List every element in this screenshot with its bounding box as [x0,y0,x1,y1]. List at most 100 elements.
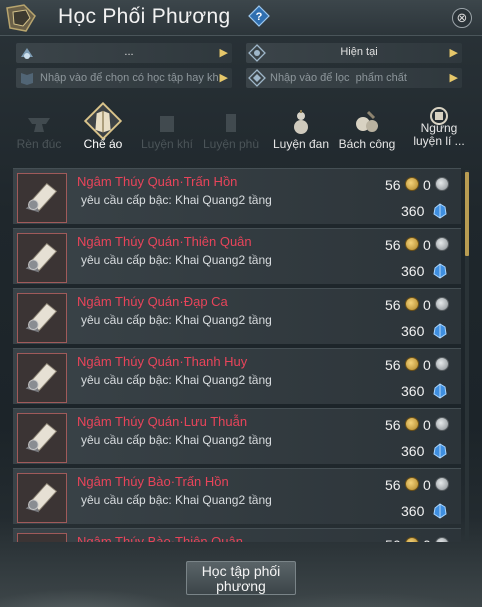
silver-coin-icon [435,477,449,491]
silver-coin-icon [435,177,449,191]
tab-label: Luyện khí [140,137,194,151]
recipe-scroll-icon [17,353,67,403]
recipe-name: Ngâm Thúy Quán·Thanh Huy [77,354,248,369]
recipe-name: Ngâm Thúy Bào·Thiên Quân [77,534,243,542]
gold-cost: 56 [385,297,401,313]
silver-cost: 0 [423,477,431,493]
gem-cost: 360 [401,503,425,519]
recipe-requirement: yêu cầu cấp bậc: Khai Quang2 tầng [81,373,272,387]
category-select[interactable]: ... ▶ [16,43,232,63]
tab-ngung-luyen[interactable]: Ngừng luyện lí ... [406,100,472,162]
clock-icon [248,44,266,62]
recipe-name: Ngâm Thúy Bào·Trấn Hồn [77,474,229,489]
recipe-requirement: yêu cầu cấp bậc: Khai Quang2 tầng [81,193,272,207]
chevron-right-icon: ▶ [449,47,458,59]
blue-crystal-icon [433,503,447,519]
chevron-right-icon: ▶ [219,72,228,84]
blue-crystal-icon [433,203,447,219]
recipe-scroll-icon [17,293,67,343]
tab-label: Luyện đan [272,137,330,151]
learn-filter[interactable]: ▶ [16,68,232,88]
quality-filter-input[interactable] [270,70,448,86]
silver-coin-icon [435,417,449,431]
recipe-requirement: yêu cầu cấp bậc: Khai Quang2 tầng [81,493,272,507]
scroll-emblem-icon [6,4,36,32]
recipe-scroll-icon [17,533,67,542]
time-select[interactable]: Hiện tại ▶ [246,43,462,63]
gold-cost: 56 [385,357,401,373]
tab-luyen-dan[interactable]: Luyện đan [270,100,332,162]
recipe-list: Ngâm Thúy Quán·Trấn Hồn yêu cầu cấp bậc: … [13,168,461,542]
gold-coin-icon [405,417,419,431]
gold-coin-icon [405,177,419,191]
silver-cost: 0 [423,297,431,313]
gourd-icon [294,110,308,134]
blue-crystal-icon [433,323,447,339]
gold-coin-icon [405,357,419,371]
recipe-row[interactable]: Ngâm Thúy Quán·Trấn Hồn yêu cầu cấp bậc: … [13,168,461,224]
gold-cost: 56 [385,177,401,193]
tab-ren-duc[interactable]: Rèn đúc [8,100,70,162]
recipe-name: Ngâm Thúy Quán·Trấn Hồn [77,174,238,189]
gold-coin-icon [405,477,419,491]
recipe-row[interactable]: Ngâm Thúy Bào·Trấn Hồn yêu cầu cấp bậc: K… [13,468,461,524]
recipe-row[interactable]: Ngâm Thúy Quán·Thanh Huy yêu cầu cấp bậc:… [13,348,461,404]
category-tabs: Rèn đúc Chế áo Luyện khí Luyện phù Luyện… [0,100,482,162]
blue-crystal-icon [433,383,447,399]
recipe-requirement: yêu cầu cấp bậc: Khai Quang2 tầng [81,253,272,267]
tab-che-ao[interactable]: Chế áo [72,100,134,162]
learn-filter-input[interactable] [40,70,218,86]
quality-filter[interactable]: ▶ [246,68,462,88]
gem-cost: 360 [401,443,425,459]
robe-icon [84,102,122,140]
tab-label: Rèn đúc [16,137,62,151]
tab-luyen-khi[interactable]: Luyện khí [136,100,198,162]
gold-cost: 56 [385,477,401,493]
recipe-name: Ngâm Thúy Quán·Thiên Quân [77,234,252,249]
recipe-scroll-icon [17,233,67,283]
talisman-icon [226,114,236,132]
recipe-requirement: yêu cầu cấp bậc: Khai Quang2 tầng [81,433,272,447]
recipe-scroll-icon [17,173,67,223]
recipe-name: Ngâm Thúy Quán·Lưu Thuẫn [77,414,248,429]
recipe-row[interactable]: Ngâm Thúy Quán·Thiên Quân yêu cầu cấp bậc… [13,228,461,284]
silver-cost: 0 [423,237,431,253]
furnace-icon [160,116,174,132]
anvil-icon [28,118,50,132]
help-icon[interactable]: ? [248,5,270,27]
book-icon [21,73,33,85]
recipe-row[interactable]: Ngâm Thúy Quán·Lưu Thuẫn yêu cầu cấp bậc:… [13,408,461,464]
scrollbar-thumb[interactable] [465,172,469,256]
window-title: Học Phối Phương [58,5,231,28]
tab-luyen-phu[interactable]: Luyện phù [200,100,262,162]
gem-cost: 360 [401,263,425,279]
chevron-right-icon: ▶ [449,72,458,84]
tab-label: Chế áo [83,137,123,151]
silver-coin-icon [435,237,449,251]
close-button[interactable]: ⊗ [452,8,472,28]
diamond-icon [248,69,266,87]
gold-coin-icon [405,537,419,542]
silver-cost: 0 [423,537,431,542]
silver-coin-icon [435,357,449,371]
silver-coin-icon [435,537,449,542]
time-select-value: Hiện tại [340,46,378,58]
silver-coin-icon [435,297,449,311]
recipe-scroll-icon [17,473,67,523]
tab-label: Luyện phù [202,137,260,151]
silver-cost: 0 [423,357,431,373]
recipe-row[interactable]: Ngâm Thúy Quán·Đạp Ca yêu cầu cấp bậc: Kh… [13,288,461,344]
title-bar[interactable]: Học Phối Phương ? ⊗ [0,0,482,36]
chevron-right-icon: ▶ [219,47,228,59]
gold-cost: 56 [385,537,401,542]
tools-icon [21,48,33,59]
recipe-row[interactable]: Ngâm Thúy Bào·Thiên Quân 56 0 [13,528,461,542]
learn-recipe-button[interactable]: Học tập phối phương [186,561,296,595]
tab-bach-cong[interactable]: Bách công [336,100,398,162]
category-select-value: ... [124,46,134,58]
tab-label: Ngừng luyện lí ... [413,121,465,148]
gold-coin-icon [405,237,419,251]
blue-crystal-icon [433,443,447,459]
tools-icon [356,110,378,132]
tab-label: Bách công [338,137,396,151]
